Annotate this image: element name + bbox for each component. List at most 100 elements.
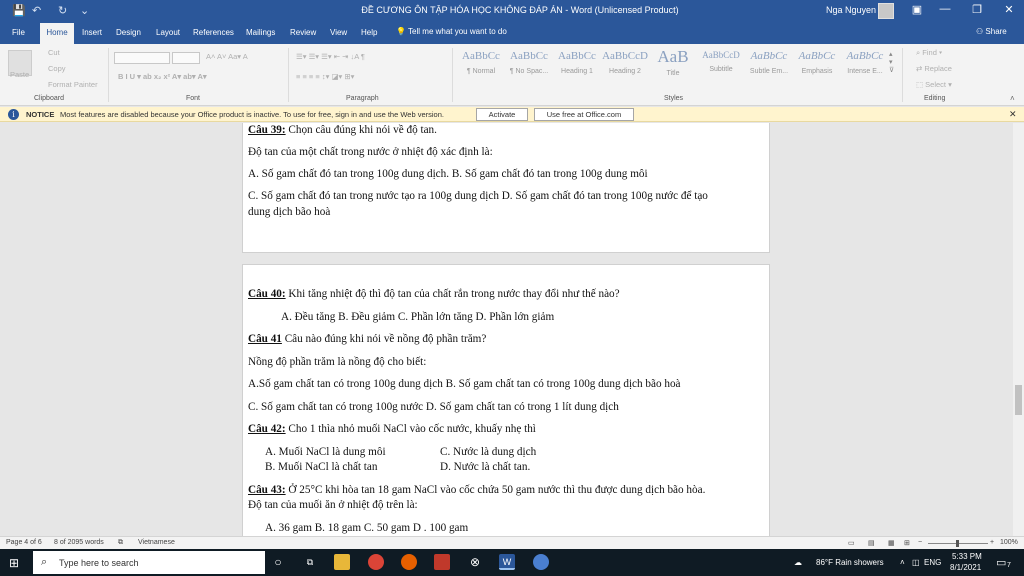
chrome-icon[interactable]: [368, 554, 384, 570]
select-button[interactable]: ⬚ Select ▾: [916, 80, 952, 89]
paste-button[interactable]: Paste: [10, 70, 29, 79]
question-41: Câu 41 Câu nào đúng khi nói về nồng độ p…: [248, 333, 487, 345]
select-icon: ⬚: [916, 80, 926, 89]
align-icons[interactable]: ≡ ≡ ≡ ≡ ↕▾ ◪▾ ⊞▾: [296, 72, 354, 81]
font-group-label: Font: [186, 95, 201, 102]
cortana-icon[interactable]: ○: [270, 554, 286, 570]
clock-time[interactable]: 5:33 PM: [952, 552, 982, 561]
web-layout-icon[interactable]: ⊞: [904, 539, 910, 547]
vertical-scrollbar[interactable]: [1013, 123, 1024, 536]
style-title[interactable]: AaB Title: [650, 50, 696, 86]
copy-button[interactable]: Copy: [48, 64, 66, 73]
scrollbar-thumb[interactable]: [1015, 385, 1022, 415]
collapse-ribbon-icon[interactable]: ˄: [1010, 94, 1015, 103]
cut-button[interactable]: Cut: [48, 48, 60, 57]
close-notice-icon[interactable]: ✕: [1009, 109, 1017, 120]
answer-option: D. Nước là chất tan.: [440, 461, 531, 473]
tab-view[interactable]: View: [330, 28, 347, 37]
styles-more-icon[interactable]: ▴ ▾ ⊽: [889, 50, 894, 74]
style-no-spacing[interactable]: AaBbCc ¶ No Spac...: [506, 50, 552, 86]
font-format-icons[interactable]: B I U ▾ ab x₂ x² A▾ ab▾ A▾: [118, 72, 207, 81]
share-button[interactable]: ⚇ Share: [976, 27, 1007, 36]
page-count[interactable]: Page 4 of 6: [6, 539, 42, 546]
undo-icon[interactable]: ↶: [32, 4, 41, 17]
tell-me-search[interactable]: 💡 Tell me what you want to do: [396, 27, 507, 36]
find-button[interactable]: ⌕ Find ▾: [916, 48, 942, 58]
share-icon: ⚇: [976, 27, 986, 36]
style-heading-1[interactable]: AaBbCc Heading 1: [554, 50, 600, 86]
document-area[interactable]: Câu 39: Chọn câu đúng khi nói về độ tan.…: [0, 123, 1013, 536]
ribbon-display-icon[interactable]: ▣: [906, 3, 928, 16]
tab-help[interactable]: Help: [361, 28, 377, 37]
focus-icon[interactable]: ▭: [848, 539, 855, 547]
zoom-in-icon[interactable]: +: [990, 539, 994, 546]
paragraph: Độ tan của một chất trong nước ở nhiệt đ…: [248, 146, 493, 158]
list-icons[interactable]: ☰▾ ☰▾ ☰▾ ⇤ ⇥ ↓A ¶: [296, 52, 365, 61]
tab-file[interactable]: File: [12, 28, 25, 37]
language-indicator[interactable]: ENG: [924, 558, 941, 567]
redo-icon[interactable]: ↻: [58, 4, 67, 17]
tab-design[interactable]: Design: [116, 28, 141, 37]
style-heading-2[interactable]: AaBbCcD Heading 2: [602, 50, 648, 86]
question-40: Câu 40: Khi tăng nhiệt độ thì độ tan của…: [248, 288, 620, 300]
font-size-box[interactable]: [172, 52, 200, 64]
group-separator: [902, 48, 903, 102]
zoom-slider-thumb[interactable]: [956, 540, 959, 547]
share-label: Share: [985, 27, 1007, 36]
paragraph: Độ tan của muối ăn ở nhiệt độ trên là:: [248, 499, 418, 511]
close-icon[interactable]: ✕: [998, 3, 1020, 16]
language[interactable]: Vietnamese: [138, 539, 175, 546]
print-layout-icon[interactable]: ▦: [888, 539, 895, 547]
tray-chevron-icon[interactable]: ˄: [900, 558, 905, 567]
style-emphasis[interactable]: AaBbCc Emphasis: [794, 50, 840, 86]
paragraph: C. Số gam chất đó tan trong nước tạo ra …: [248, 190, 708, 202]
tab-review[interactable]: Review: [290, 28, 316, 37]
activate-button[interactable]: Activate: [476, 108, 528, 121]
notifications-icon[interactable]: ▭: [996, 556, 1006, 569]
replace-button[interactable]: ⇄ Replace: [916, 64, 952, 73]
title-bar: 💾 ↶ ↻ ⌄ ĐỀ CƯƠNG ÔN TẬP HÓA HỌC KHÔNG ĐÁ…: [0, 0, 1024, 22]
save-icon[interactable]: 💾: [12, 4, 26, 17]
task-view-icon[interactable]: ⧉: [302, 554, 318, 570]
app-icon[interactable]: [434, 554, 450, 570]
style-subtle-emphasis[interactable]: AaBbCc Subtle Em...: [746, 50, 792, 86]
user-name[interactable]: Nga Nguyen: [826, 5, 876, 15]
word-count[interactable]: 8 of 2095 words: [54, 539, 104, 546]
word-icon[interactable]: W: [499, 554, 515, 570]
tab-home[interactable]: Home: [40, 23, 74, 44]
minimize-icon[interactable]: —: [934, 3, 956, 15]
windows-start-icon[interactable]: ⊞: [9, 556, 19, 570]
format-painter-button[interactable]: Format Painter: [48, 80, 98, 89]
customize-qat-icon[interactable]: ⌄: [80, 4, 89, 17]
style-normal[interactable]: AaBbCc ¶ Normal: [458, 50, 504, 86]
page-3[interactable]: Câu 39: Chọn câu đúng khi nói về độ tan.…: [242, 123, 770, 253]
font-grow-icon[interactable]: A˄ A˅ Aa▾ A: [206, 52, 248, 61]
style-subtitle[interactable]: AaBbCcD Subtitle: [698, 50, 744, 86]
taskbar-search[interactable]: ⌕ Type here to search: [33, 551, 265, 574]
font-name-box[interactable]: [114, 52, 170, 64]
tab-references[interactable]: References: [193, 28, 234, 37]
weather[interactable]: 86°F Rain showers: [816, 558, 884, 567]
zalo-icon[interactable]: [533, 554, 549, 570]
read-mode-icon[interactable]: ▤: [868, 539, 875, 547]
tab-mailings[interactable]: Mailings: [246, 28, 275, 37]
page-4[interactable]: Câu 40: Khi tăng nhiệt độ thì độ tan của…: [242, 264, 770, 536]
clock-date[interactable]: 8/1/2021: [950, 563, 981, 572]
notice-text: Most features are disabled because your …: [60, 110, 444, 119]
style-intense-emphasis[interactable]: AaBbCc Intense E...: [842, 50, 888, 86]
maximize-icon[interactable]: ❐: [966, 3, 988, 16]
xbox-icon[interactable]: ⊗: [467, 554, 483, 570]
use-free-button[interactable]: Use free at Office.com: [534, 108, 634, 121]
zoom-level[interactable]: 100%: [1000, 539, 1018, 546]
weather-icon[interactable]: ☁: [794, 558, 802, 567]
paragraph: dung dịch bão hoà: [248, 206, 331, 218]
firefox-icon[interactable]: [401, 554, 417, 570]
avatar[interactable]: [878, 3, 894, 19]
info-icon: i: [8, 109, 19, 120]
zoom-out-icon[interactable]: −: [918, 539, 922, 546]
tab-layout[interactable]: Layout: [156, 28, 180, 37]
tab-insert[interactable]: Insert: [82, 28, 102, 37]
network-icon[interactable]: ◫: [912, 558, 920, 567]
proofing-icon[interactable]: ⧉: [118, 539, 123, 547]
file-explorer-icon[interactable]: [334, 554, 350, 570]
